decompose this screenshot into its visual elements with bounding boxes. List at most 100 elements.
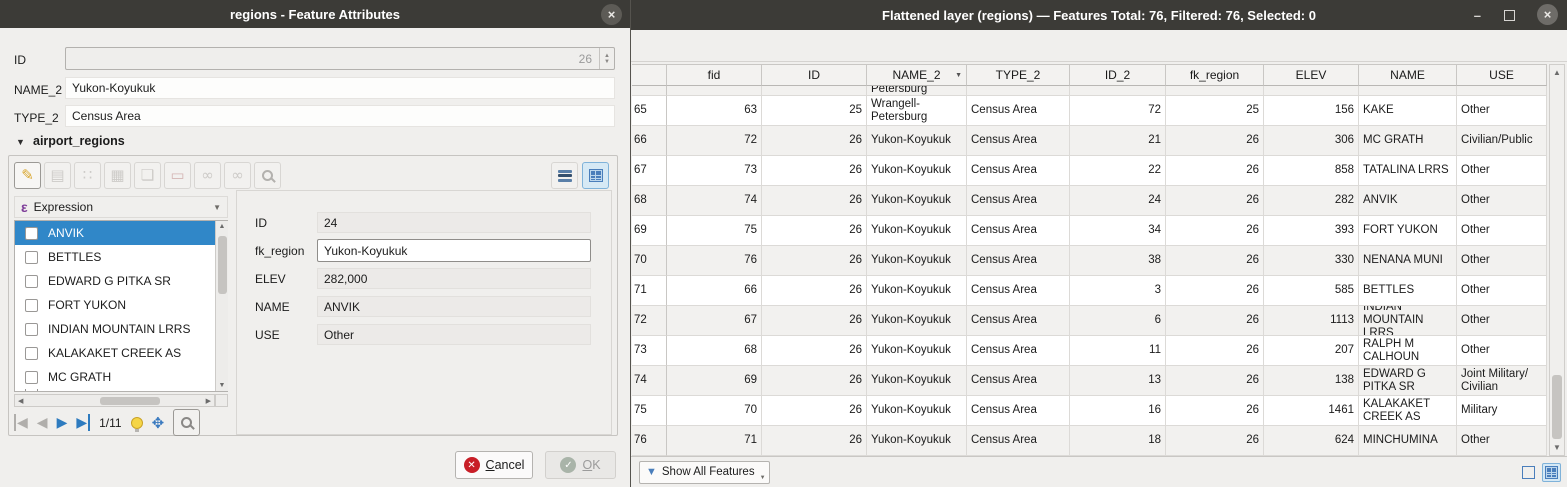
table-row-partial[interactable]: Petersburg — [632, 86, 1547, 96]
window-titlebar[interactable]: Flattened layer (regions) — Features Tot… — [631, 0, 1567, 30]
table-row[interactable]: 716626Yukon-KoyukukCensus Area326585BETT… — [632, 276, 1547, 306]
id-spinner[interactable]: 26 ▲▼ — [65, 47, 615, 70]
name2-field[interactable]: Yukon-Koyukuk — [65, 77, 615, 99]
expression-combo[interactable]: ε Expression ▼ — [14, 196, 228, 218]
table-row[interactable]: 746926Yukon-KoyukukCensus Area1326138EDW… — [632, 366, 1547, 396]
checkbox[interactable] — [25, 371, 38, 384]
zoom-to-feature-button[interactable] — [254, 162, 281, 189]
table-row[interactable]: 667226Yukon-KoyukukCensus Area2126306MC … — [632, 126, 1547, 156]
column-header-id[interactable]: ID — [762, 64, 867, 86]
scroll-thumb[interactable] — [218, 236, 227, 294]
use-field[interactable]: Other — [317, 324, 591, 345]
checkbox[interactable] — [25, 275, 38, 288]
checkbox[interactable] — [25, 227, 38, 240]
column-header-label: fk_region — [1190, 68, 1239, 82]
cell-fid: 63 — [667, 96, 762, 126]
cell-text: 74 — [634, 374, 664, 387]
scroll-left-icon[interactable]: ◀ — [18, 395, 23, 406]
checkbox[interactable] — [25, 251, 38, 264]
table-row[interactable]: 757026Yukon-KoyukukCensus Area16261461KA… — [632, 396, 1547, 426]
previous-feature-icon[interactable]: ◀ — [37, 414, 48, 431]
table-row[interactable]: 726726Yukon-KoyukukCensus Area6261113IND… — [632, 306, 1547, 336]
minimize-icon[interactable]: – — [1474, 0, 1481, 30]
first-feature-icon[interactable]: ◀ — [14, 414, 28, 431]
cell-elev: 1461 — [1264, 396, 1359, 426]
scroll-thumb[interactable] — [1552, 375, 1562, 439]
cell-fk_region: 26 — [1166, 366, 1264, 396]
scroll-right-icon[interactable]: ▶ — [206, 395, 211, 406]
list-item[interactable]: ANVIK — [15, 221, 227, 245]
id-field[interactable]: 24 — [317, 212, 591, 233]
spinner-arrows-icon[interactable]: ▲▼ — [599, 48, 614, 69]
scroll-up-icon[interactable]: ▲ — [216, 223, 228, 230]
close-icon[interactable]: × — [601, 4, 622, 25]
checkbox[interactable] — [25, 323, 38, 336]
scroll-thumb[interactable] — [100, 397, 160, 405]
scroll-down-icon[interactable]: ▼ — [1550, 443, 1564, 452]
table-view-toggle[interactable] — [1542, 463, 1561, 482]
column-header-elev[interactable]: ELEV — [1264, 64, 1359, 86]
elev-field[interactable]: 282,000 — [317, 268, 591, 289]
cell-type_2: Census Area — [967, 246, 1070, 276]
table-view-toggle[interactable] — [582, 162, 609, 189]
checkbox[interactable] — [25, 347, 38, 360]
list-item[interactable]: EDWARD G PITKA SR — [15, 269, 227, 293]
cell-use: Other — [1457, 306, 1547, 336]
highlight-feature-icon[interactable] — [131, 417, 143, 429]
dialog-titlebar[interactable]: regions - Feature Attributes × — [0, 0, 630, 28]
fk-region-field[interactable]: Yukon-Koyukuk — [317, 239, 591, 262]
row-number-cell: 66 — [632, 126, 667, 156]
cell-text: 26 — [1170, 254, 1259, 267]
collapse-triangle-icon[interactable]: ▼ — [16, 137, 25, 147]
list-item[interactable]: KALAKAKET CREEK AS — [15, 341, 227, 365]
list-item[interactable]: INDIAN MOUNTAIN LRRS — [15, 317, 227, 341]
table-row[interactable]: 736826Yukon-KoyukukCensus Area1126207RAL… — [632, 336, 1547, 366]
form-view-toggle[interactable] — [551, 162, 578, 189]
column-header-id_2[interactable]: ID_2 — [1070, 64, 1166, 86]
column-header-use[interactable]: USE — [1457, 64, 1547, 86]
column-header-name_2[interactable]: NAME_2▼ — [867, 64, 967, 86]
table-row[interactable]: 697526Yukon-KoyukukCensus Area3426393FOR… — [632, 216, 1547, 246]
list-vertical-scrollbar[interactable]: ▲ ▼ — [215, 221, 228, 391]
pan-to-feature-icon[interactable]: ✥ — [152, 414, 165, 432]
cancel-button[interactable]: ✕ Cancel — [455, 451, 533, 479]
cell-text: Wrangell-Petersburg — [871, 98, 962, 124]
form-view-toggle[interactable] — [1519, 463, 1538, 482]
checkbox[interactable] — [25, 389, 38, 392]
maximize-icon[interactable] — [1504, 0, 1515, 30]
column-header-type_2[interactable]: TYPE_2 — [967, 64, 1070, 86]
ok-button[interactable]: ✓ OK — [545, 451, 616, 479]
table-row[interactable]: 707626Yukon-KoyukukCensus Area3826330NEN… — [632, 246, 1547, 276]
table-row[interactable]: 767126Yukon-KoyukukCensus Area1826624MIN… — [632, 426, 1547, 456]
name-field[interactable]: ANVIK — [317, 296, 591, 317]
scroll-up-icon[interactable]: ▲ — [1550, 68, 1564, 77]
show-all-features-button[interactable]: ▼ Show All Features ▼ — [639, 461, 770, 484]
toggle-editing-button[interactable]: ✎ — [14, 162, 41, 189]
cell-id: 26 — [762, 396, 867, 426]
column-header-fk_region[interactable]: fk_region — [1166, 64, 1264, 86]
column-header-name[interactable]: NAME — [1359, 64, 1457, 86]
close-icon[interactable]: × — [1537, 4, 1558, 25]
zoom-to-feature-button[interactable] — [173, 409, 200, 436]
type2-field[interactable]: Census Area — [65, 105, 615, 127]
list-item[interactable]: BETTLES — [15, 245, 227, 269]
cell-text: 75 — [634, 404, 664, 417]
last-feature-icon[interactable]: ▶ — [76, 414, 90, 431]
table-vertical-scrollbar[interactable]: ▲ ▼ — [1549, 64, 1565, 456]
cell-id: 26 — [762, 156, 867, 186]
form-row: ID24 — [255, 211, 591, 234]
feature-list: ANVIKBETTLESEDWARD G PITKA SRFORT YUKONI… — [14, 220, 228, 392]
list-horizontal-scrollbar[interactable]: ◀ ▶ — [14, 394, 215, 407]
scroll-down-icon[interactable]: ▼ — [216, 382, 228, 389]
list-item[interactable]: MC GRATH — [15, 365, 227, 389]
column-header-fid[interactable]: fid — [667, 64, 762, 86]
cell-name_2: Yukon-Koyukuk — [867, 426, 967, 456]
cell-fid — [667, 86, 762, 96]
checkbox[interactable] — [25, 299, 38, 312]
list-item[interactable]: FORT YUKON — [15, 293, 227, 317]
table-row[interactable]: 677326Yukon-KoyukukCensus Area2226858TAT… — [632, 156, 1547, 186]
table-row[interactable]: 687426Yukon-KoyukukCensus Area2426282ANV… — [632, 186, 1547, 216]
next-feature-icon[interactable]: ▶ — [57, 414, 68, 431]
table-row[interactable]: 656325Wrangell-PetersburgCensus Area7225… — [632, 96, 1547, 126]
list-item[interactable] — [15, 389, 227, 392]
